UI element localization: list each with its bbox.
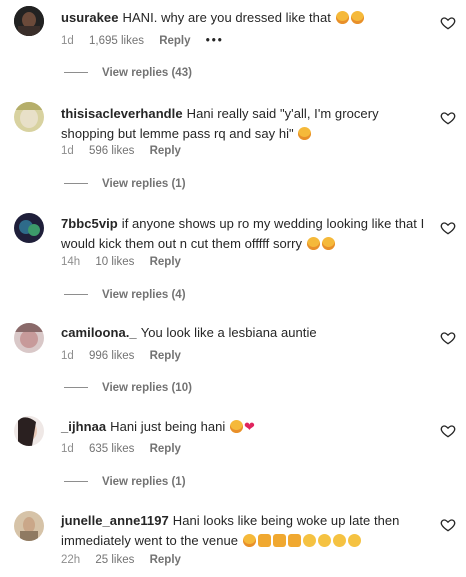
comment-meta: 14h 10 likes Reply xyxy=(61,256,193,268)
comment-age: 1d xyxy=(61,350,74,362)
view-replies-button[interactable]: View replies (4) xyxy=(64,289,186,301)
comment-age: 14h xyxy=(61,256,81,268)
avatar[interactable] xyxy=(14,102,44,132)
red-heart-icon: ❤ xyxy=(244,419,255,434)
comment-username[interactable]: thisisacleverhandle xyxy=(61,106,183,121)
comment-meta: 1d 635 likes Reply xyxy=(61,443,193,455)
comment-body: 7bbc5vip if anyone shows up ro my wedding… xyxy=(61,214,431,254)
crying-face-icon xyxy=(242,534,256,547)
avatar[interactable] xyxy=(14,213,44,243)
crying-face-icon xyxy=(306,237,320,250)
reply-button[interactable]: Reply xyxy=(159,35,190,47)
replies-divider xyxy=(64,387,88,389)
comment-username[interactable]: junelle_anne1197 xyxy=(61,513,169,528)
reply-button[interactable]: Reply xyxy=(150,350,181,362)
replies-divider xyxy=(64,183,88,185)
comment-age: 22h xyxy=(61,554,81,566)
like-heart-icon[interactable] xyxy=(440,330,456,346)
comment-meta: 1d 596 likes Reply xyxy=(61,145,193,157)
comment-text: You look like a lesbiana auntie xyxy=(140,325,317,340)
pensive-face-icon xyxy=(302,534,316,547)
comment-body: _ijhnaa Hani just being hani ❤ xyxy=(61,417,431,437)
avatar[interactable] xyxy=(14,323,44,353)
view-replies-button[interactable]: View replies (10) xyxy=(64,382,192,394)
comment-age: 1d xyxy=(61,145,74,157)
view-replies-label: View replies (1) xyxy=(102,178,186,190)
comment-username[interactable]: usurakee xyxy=(61,10,119,25)
comment-text: Hani just being hani xyxy=(110,419,226,434)
view-replies-label: View replies (43) xyxy=(102,67,192,79)
more-options-button[interactable]: ••• xyxy=(206,35,224,47)
comment-body: camiloona._ You look like a lesbiana aunt… xyxy=(61,323,431,343)
likes-count[interactable]: 10 likes xyxy=(95,256,134,268)
avatar-image xyxy=(14,6,44,36)
pensive-face-icon xyxy=(317,534,331,547)
avatar-image xyxy=(14,416,44,446)
like-heart-icon[interactable] xyxy=(440,423,456,439)
pensive-face-icon xyxy=(347,534,361,547)
avatar-image xyxy=(14,323,44,353)
avatar-image xyxy=(14,213,44,243)
comment-username[interactable]: 7bbc5vip xyxy=(61,216,118,231)
comment-body: junelle_anne1197 Hani looks like being wo… xyxy=(61,511,431,551)
likes-count[interactable]: 25 likes xyxy=(95,554,134,566)
cat-face-icon xyxy=(272,534,286,547)
replies-divider xyxy=(64,72,88,74)
comment-meta: 1d 996 likes Reply xyxy=(61,350,193,362)
likes-count[interactable]: 596 likes xyxy=(89,145,134,157)
reply-button[interactable]: Reply xyxy=(150,145,181,157)
crying-face-icon xyxy=(350,11,364,24)
crying-face-icon xyxy=(321,237,335,250)
like-heart-icon[interactable] xyxy=(440,110,456,126)
view-replies-label: View replies (10) xyxy=(102,382,192,394)
kissing-face-icon xyxy=(298,127,312,140)
likes-count[interactable]: 635 likes xyxy=(89,443,134,455)
replies-divider xyxy=(64,481,88,483)
likes-count[interactable]: 996 likes xyxy=(89,350,134,362)
view-replies-button[interactable]: View replies (43) xyxy=(64,67,192,79)
comment-age: 1d xyxy=(61,35,74,47)
avatar-image xyxy=(14,511,44,541)
avatar[interactable] xyxy=(14,511,44,541)
replies-divider xyxy=(64,294,88,296)
reply-button[interactable]: Reply xyxy=(150,554,181,566)
like-heart-icon[interactable] xyxy=(440,517,456,533)
comment-body: usurakee HANI. why are you dressed like t… xyxy=(61,8,431,28)
likes-count[interactable]: 1,695 likes xyxy=(89,35,144,47)
comment-username[interactable]: _ijhnaa xyxy=(61,419,106,434)
reply-button[interactable]: Reply xyxy=(150,443,181,455)
view-replies-label: View replies (4) xyxy=(102,289,186,301)
cat-face-icon xyxy=(287,534,301,547)
view-replies-button[interactable]: View replies (1) xyxy=(64,476,186,488)
pensive-face-icon xyxy=(332,534,346,547)
crying-face-icon xyxy=(335,11,349,24)
comment-body: thisisacleverhandle Hani really said "y'a… xyxy=(61,104,431,144)
comment-meta: 22h 25 likes Reply xyxy=(61,554,193,566)
view-replies-button[interactable]: View replies (1) xyxy=(64,178,186,190)
comment-age: 1d xyxy=(61,443,74,455)
avatar[interactable] xyxy=(14,416,44,446)
comment-username[interactable]: camiloona._ xyxy=(61,325,137,340)
view-replies-label: View replies (1) xyxy=(102,476,186,488)
crying-face-icon xyxy=(230,420,244,433)
comment-meta: 1d 1,695 likes Reply ••• xyxy=(61,35,236,47)
like-heart-icon[interactable] xyxy=(440,220,456,236)
reply-button[interactable]: Reply xyxy=(150,256,181,268)
like-heart-icon[interactable] xyxy=(440,15,456,31)
avatar-image xyxy=(14,102,44,132)
cat-face-icon xyxy=(257,534,271,547)
comment-text: HANI. why are you dressed like that xyxy=(122,10,331,25)
avatar[interactable] xyxy=(14,6,44,36)
